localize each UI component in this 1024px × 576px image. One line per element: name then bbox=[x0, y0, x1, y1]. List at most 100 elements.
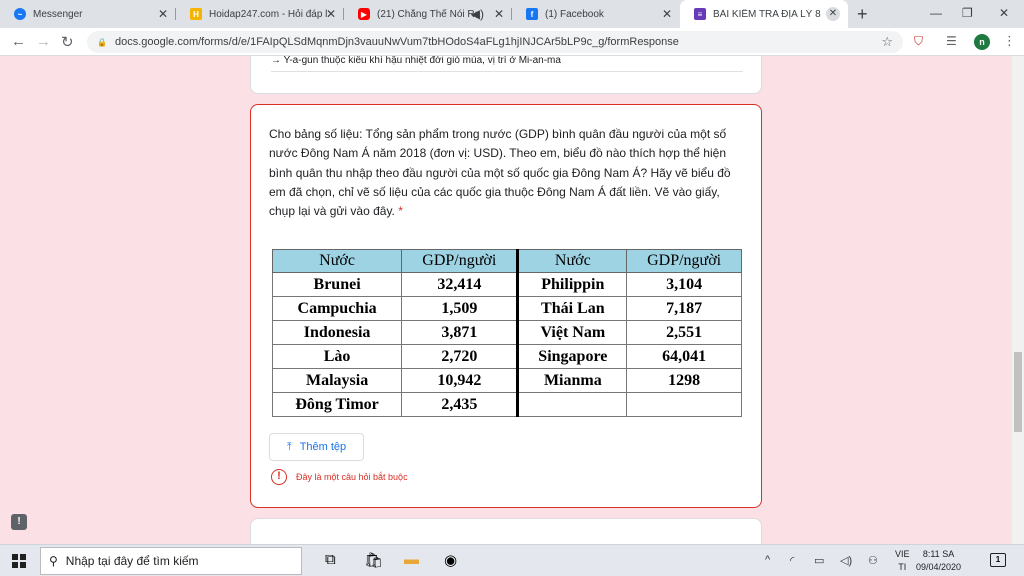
volume-icon[interactable]: ◁) bbox=[840, 554, 852, 567]
table-cell: Malaysia bbox=[271, 368, 403, 393]
required-error: ! Đây là một câu hỏi bắt buộc bbox=[271, 469, 408, 485]
table-cell: 1298 bbox=[626, 368, 742, 393]
table-cell: Lào bbox=[271, 344, 403, 369]
table-header-row: Nước GDP/người Nước GDP/người bbox=[271, 249, 742, 273]
tab-hoidap[interactable]: H Hoidap247.com - Hỏi đáp l ✕ bbox=[176, 0, 344, 28]
table-cell: Campuchia bbox=[271, 296, 403, 321]
table-cell: Indonesia bbox=[271, 320, 403, 345]
tab-google-forms[interactable]: ≡ BÀI KIỂM TRA ĐỊA LÝ 8 ✕ bbox=[680, 0, 848, 28]
taskbar: ⚲ Nhập tại đây để tìm kiếm ⧉ 🛍 ▬ ◉ ^ ◜ ▭… bbox=[0, 544, 1024, 576]
new-tab-icon[interactable]: + bbox=[857, 4, 868, 25]
messenger-icon: ~ bbox=[14, 8, 26, 20]
close-tab-icon[interactable]: ✕ bbox=[662, 7, 672, 21]
table-row: Brunei 32,414 Philippin 3,104 bbox=[271, 272, 742, 297]
tab-facebook[interactable]: f (1) Facebook ✕ bbox=[512, 0, 680, 28]
task-view-icon[interactable]: ⧉ bbox=[325, 551, 336, 568]
window-close-icon[interactable]: ✕ bbox=[999, 6, 1009, 20]
notification-icon[interactable]: 1 bbox=[990, 553, 1006, 567]
facebook-icon: f bbox=[526, 8, 538, 20]
table-cell: 2,435 bbox=[401, 392, 520, 417]
gdp-table: Nước GDP/người Nước GDP/người Brunei 32,… bbox=[271, 249, 742, 417]
error-icon: ! bbox=[271, 469, 287, 485]
close-tab-icon[interactable]: ✕ bbox=[158, 7, 168, 21]
close-tab-icon[interactable]: ✕ bbox=[826, 7, 840, 21]
extension-icon[interactable]: ⛉ bbox=[914, 34, 923, 49]
upload-icon: ⤒ bbox=[286, 440, 292, 453]
file-explorer-icon[interactable]: ▬ bbox=[404, 551, 419, 568]
forward-icon[interactable]: → bbox=[36, 33, 51, 50]
clock-date: 09/04/2020 bbox=[916, 562, 962, 572]
divider bbox=[271, 71, 743, 72]
tab-youtube[interactable]: ▶ (21) Chẳng Thể Nói Ra ◀) ✕ bbox=[344, 0, 512, 28]
battery-icon[interactable]: ▭ bbox=[814, 554, 824, 567]
feedback-icon[interactable]: ! bbox=[11, 514, 27, 530]
taskbar-search-input[interactable]: ⚲ Nhập tại đây để tìm kiếm bbox=[40, 547, 302, 575]
table-row: Đông Timor 2,435 bbox=[271, 392, 742, 417]
store-icon[interactable]: 🛍 bbox=[364, 551, 383, 569]
reading-list-icon[interactable]: ☰ bbox=[946, 34, 957, 48]
search-icon: ⚲ bbox=[49, 554, 58, 568]
lock-icon: 🔒 bbox=[97, 37, 107, 47]
tab-messenger[interactable]: ~ Messenger ✕ bbox=[0, 0, 176, 28]
tab-title: Messenger bbox=[33, 8, 83, 20]
clock-time: 8:11 SA bbox=[922, 549, 955, 559]
address-bar[interactable]: 🔒 docs.google.com/forms/d/e/1FAIpQLSdMqn… bbox=[87, 31, 903, 53]
wifi-icon[interactable]: ◜ bbox=[790, 554, 794, 567]
tab-title: Hoidap247.com - Hỏi đáp l bbox=[209, 8, 328, 20]
close-tab-icon[interactable]: ✕ bbox=[326, 7, 336, 21]
table-cell: Philippin bbox=[517, 272, 628, 297]
form-page: → Y-a-gun thuộc kiểu khí hậu nhiệt đới g… bbox=[0, 56, 1024, 544]
next-question-card bbox=[250, 518, 762, 544]
table-cell: Singapore bbox=[517, 344, 628, 369]
header-country: Nước bbox=[517, 249, 628, 273]
table-cell: 1,509 bbox=[401, 296, 520, 321]
header-gdp: GDP/người bbox=[626, 249, 742, 273]
windows-start-icon[interactable] bbox=[12, 554, 26, 568]
tab-title: (1) Facebook bbox=[545, 8, 604, 20]
table-cell: 32,414 bbox=[401, 272, 520, 297]
question-card: Cho bảng số liệu: Tổng sản phẩm trong nư… bbox=[250, 104, 762, 508]
table-cell: 7,187 bbox=[626, 296, 742, 321]
scrollbar-thumb[interactable] bbox=[1014, 352, 1022, 432]
add-file-label: Thêm tệp bbox=[299, 441, 347, 453]
table-cell: 2,551 bbox=[626, 320, 742, 345]
more-menu-icon[interactable]: ⋮ bbox=[1003, 33, 1016, 49]
table-row: Indonesia 3,871 Việt Nam 2,551 bbox=[271, 320, 742, 345]
reload-icon[interactable]: ↻ bbox=[61, 33, 74, 51]
show-hidden-icons-icon[interactable]: ^ bbox=[765, 554, 770, 566]
restore-icon[interactable]: ❐ bbox=[962, 6, 973, 20]
table-row: Lào 2,720 Singapore 64,041 bbox=[271, 344, 742, 369]
table-cell: Đông Timor bbox=[271, 392, 403, 417]
audio-icon[interactable]: ◀) bbox=[471, 7, 484, 21]
table-cell bbox=[626, 392, 742, 417]
google-forms-icon: ≡ bbox=[694, 8, 706, 20]
page-scrollbar[interactable] bbox=[1012, 56, 1024, 544]
table-cell: Thái Lan bbox=[517, 296, 628, 321]
hoidap-icon: H bbox=[190, 8, 202, 20]
network-icon[interactable]: ⚇ bbox=[868, 554, 878, 567]
add-file-button[interactable]: ⤒ Thêm tệp bbox=[269, 433, 364, 461]
url-text: docs.google.com/forms/d/e/1FAIpQLSdMqnmD… bbox=[114, 36, 679, 48]
table-row: Campuchia 1,509 Thái Lan 7,187 bbox=[271, 296, 742, 321]
table-cell: 2,720 bbox=[401, 344, 520, 369]
question-text: Cho bảng số liệu: Tổng sản phẩm trong nư… bbox=[269, 125, 745, 221]
lang-line2: TI bbox=[898, 562, 907, 572]
table-cell: Brunei bbox=[271, 272, 403, 297]
required-mark: * bbox=[398, 204, 403, 219]
minimize-icon[interactable]: — bbox=[930, 6, 942, 20]
header-country: Nước bbox=[271, 249, 403, 273]
table-cell: Mianma bbox=[517, 368, 628, 393]
language-indicator[interactable]: VIE TI bbox=[895, 548, 910, 574]
error-text: Đây là một câu hỏi bắt buộc bbox=[296, 472, 408, 482]
back-icon[interactable]: ← bbox=[11, 33, 26, 50]
browser-toolbar: ← → ↻ 🔒 docs.google.com/forms/d/e/1FAIpQ… bbox=[0, 28, 1024, 56]
table-row: Malaysia 10,942 Mianma 1298 bbox=[271, 368, 742, 393]
question-body: Cho bảng số liệu: Tổng sản phẩm trong nư… bbox=[269, 127, 731, 219]
tab-title: BÀI KIỂM TRA ĐỊA LÝ 8 bbox=[713, 8, 821, 20]
table-cell: 64,041 bbox=[626, 344, 742, 369]
clock[interactable]: 8:11 SA 09/04/2020 bbox=[916, 548, 961, 574]
avatar[interactable]: n bbox=[974, 34, 990, 50]
bookmark-star-icon[interactable]: ☆ bbox=[881, 34, 893, 50]
chrome-icon[interactable]: ◉ bbox=[444, 551, 457, 569]
close-tab-icon[interactable]: ✕ bbox=[494, 7, 504, 21]
